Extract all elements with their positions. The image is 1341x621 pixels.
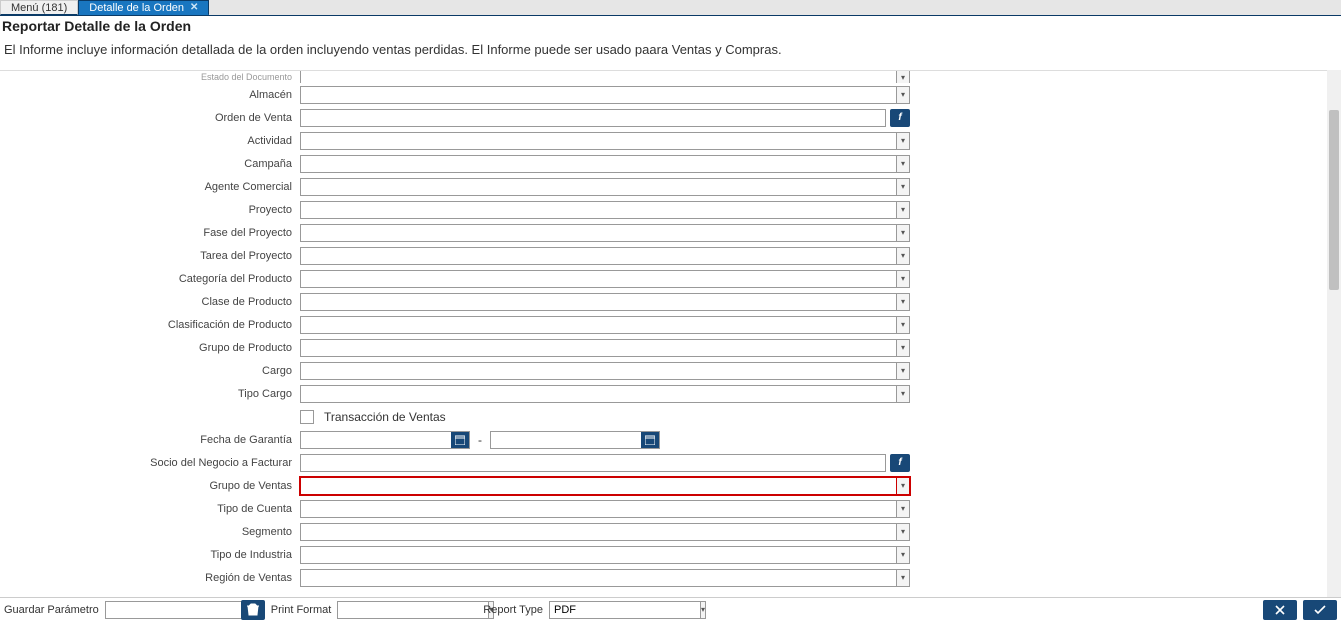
input-tipo-cuenta[interactable] (300, 500, 897, 518)
input-agente-comercial[interactable] (300, 178, 897, 196)
label-fase-proyecto: Fase del Proyecto (0, 227, 300, 239)
footer-bar: Guardar Parámetro ▾ Print Format ▾ Repor… (0, 597, 1341, 621)
delete-button[interactable] (241, 600, 265, 620)
chevron-down-icon[interactable]: ▾ (896, 155, 910, 173)
label-agente-comercial: Agente Comercial (0, 181, 300, 193)
input-grupo-producto[interactable] (300, 339, 897, 357)
tab-label: Detalle de la Orden (89, 2, 184, 14)
label-orden-venta: Orden de Venta (0, 112, 300, 124)
date-from[interactable] (301, 432, 451, 448)
lookup-button[interactable]: f (890, 109, 910, 127)
scrollbar-thumb[interactable] (1329, 110, 1339, 290)
chevron-down-icon[interactable]: ▾ (896, 247, 910, 265)
label-print-format: Print Format (271, 604, 332, 616)
label-cargo: Cargo (0, 365, 300, 377)
input-print-format[interactable] (337, 601, 489, 619)
form-scroll-area: Estado del Documento ▾ Almacén ▾ Orden d… (0, 70, 1341, 597)
chevron-down-icon[interactable]: ▾ (896, 523, 910, 541)
vertical-scrollbar[interactable] (1327, 70, 1341, 597)
calendar-icon[interactable] (641, 432, 659, 448)
label-proyecto: Proyecto (0, 204, 300, 216)
label-categoria-producto: Categoría del Producto (0, 273, 300, 285)
tab-detalle-orden[interactable]: Detalle de la Orden ✕ (78, 0, 209, 15)
chevron-down-icon[interactable]: ▾ (896, 477, 910, 495)
chevron-down-icon[interactable]: ▾ (896, 546, 910, 564)
tab-menu[interactable]: Menú (181) (0, 0, 78, 15)
input-categoria-producto[interactable] (300, 270, 897, 288)
chevron-down-icon[interactable]: ▾ (896, 339, 910, 357)
input-fase-proyecto[interactable] (300, 224, 897, 242)
x-icon (1274, 604, 1286, 616)
chevron-down-icon[interactable]: ▾ (896, 316, 910, 334)
label-actividad: Actividad (0, 135, 300, 147)
check-icon (1313, 604, 1327, 616)
chevron-down-icon[interactable]: ▾ (896, 201, 910, 219)
label-clasificacion-producto: Clasificación de Producto (0, 319, 300, 331)
lookup-button[interactable]: f (890, 454, 910, 472)
label-grupo-producto: Grupo de Producto (0, 342, 300, 354)
label-report-type: Report Type (483, 604, 543, 616)
input-socio-facturar[interactable] (300, 454, 886, 472)
label-campana: Campaña (0, 158, 300, 170)
calendar-icon[interactable] (451, 432, 469, 448)
checkbox-transaccion-ventas[interactable] (300, 410, 314, 424)
label-socio-facturar: Socio del Negocio a Facturar (0, 457, 300, 469)
input-proyecto[interactable] (300, 201, 897, 219)
input-estado-documento[interactable] (300, 71, 897, 83)
chevron-down-icon[interactable]: ▾ (896, 71, 910, 83)
input-campana[interactable] (300, 155, 897, 173)
label-region-ventas: Región de Ventas (0, 572, 300, 584)
label-guardar-parametro: Guardar Parámetro (4, 604, 99, 616)
input-cargo[interactable] (300, 362, 897, 380)
chevron-down-icon[interactable]: ▾ (700, 601, 706, 619)
label-tipo-industria: Tipo de Industria (0, 549, 300, 561)
input-orden-venta[interactable] (300, 109, 886, 127)
ok-button[interactable] (1303, 600, 1337, 620)
label-segmento: Segmento (0, 526, 300, 538)
chevron-down-icon[interactable]: ▾ (896, 270, 910, 288)
cancel-button[interactable] (1263, 600, 1297, 620)
input-tipo-industria[interactable] (300, 546, 897, 564)
trash-icon (247, 603, 259, 616)
input-guardar-parametro[interactable] (105, 601, 257, 619)
chevron-down-icon[interactable]: ▾ (896, 86, 910, 104)
chevron-down-icon[interactable]: ▾ (896, 362, 910, 380)
label-tipo-cuenta: Tipo de Cuenta (0, 503, 300, 515)
tab-bar: Menú (181) Detalle de la Orden ✕ (0, 0, 1341, 16)
label-transaccion-ventas: Transacción de Ventas (324, 410, 446, 424)
date-to[interactable] (491, 432, 641, 448)
input-report-type[interactable] (549, 601, 701, 619)
chevron-down-icon[interactable]: ▾ (896, 132, 910, 150)
input-clasificacion-producto[interactable] (300, 316, 897, 334)
input-region-ventas[interactable] (300, 569, 897, 587)
label-grupo-ventas: Grupo de Ventas (0, 480, 300, 492)
chevron-down-icon[interactable]: ▾ (896, 178, 910, 196)
label-clase-producto: Clase de Producto (0, 296, 300, 308)
chevron-down-icon[interactable]: ▾ (896, 385, 910, 403)
label-tarea-proyecto: Tarea del Proyecto (0, 250, 300, 262)
chevron-down-icon[interactable]: ▾ (896, 569, 910, 587)
label-tipo-cargo: Tipo Cargo (0, 388, 300, 400)
input-clase-producto[interactable] (300, 293, 897, 311)
page-subtitle: El Informe incluye información detallada… (2, 34, 1339, 69)
date-separator: - (474, 433, 486, 447)
input-tipo-cargo[interactable] (300, 385, 897, 403)
chevron-down-icon[interactable]: ▾ (896, 224, 910, 242)
input-actividad[interactable] (300, 132, 897, 150)
chevron-down-icon[interactable]: ▾ (896, 500, 910, 518)
close-icon[interactable]: ✕ (190, 2, 198, 13)
label-fecha-garantia: Fecha de Garantía (0, 434, 300, 446)
input-tarea-proyecto[interactable] (300, 247, 897, 265)
page-header: Reportar Detalle de la Orden El Informe … (0, 16, 1341, 71)
label-estado-documento: Estado del Documento (0, 72, 300, 82)
form-content: Estado del Documento ▾ Almacén ▾ Orden d… (0, 70, 1327, 597)
input-grupo-ventas[interactable] (300, 477, 897, 495)
page-title: Reportar Detalle de la Orden (2, 18, 1339, 34)
input-segmento[interactable] (300, 523, 897, 541)
chevron-down-icon[interactable]: ▾ (896, 293, 910, 311)
label-almacen: Almacén (0, 89, 300, 101)
input-almacen[interactable] (300, 86, 897, 104)
tab-label: Menú (181) (11, 2, 67, 14)
